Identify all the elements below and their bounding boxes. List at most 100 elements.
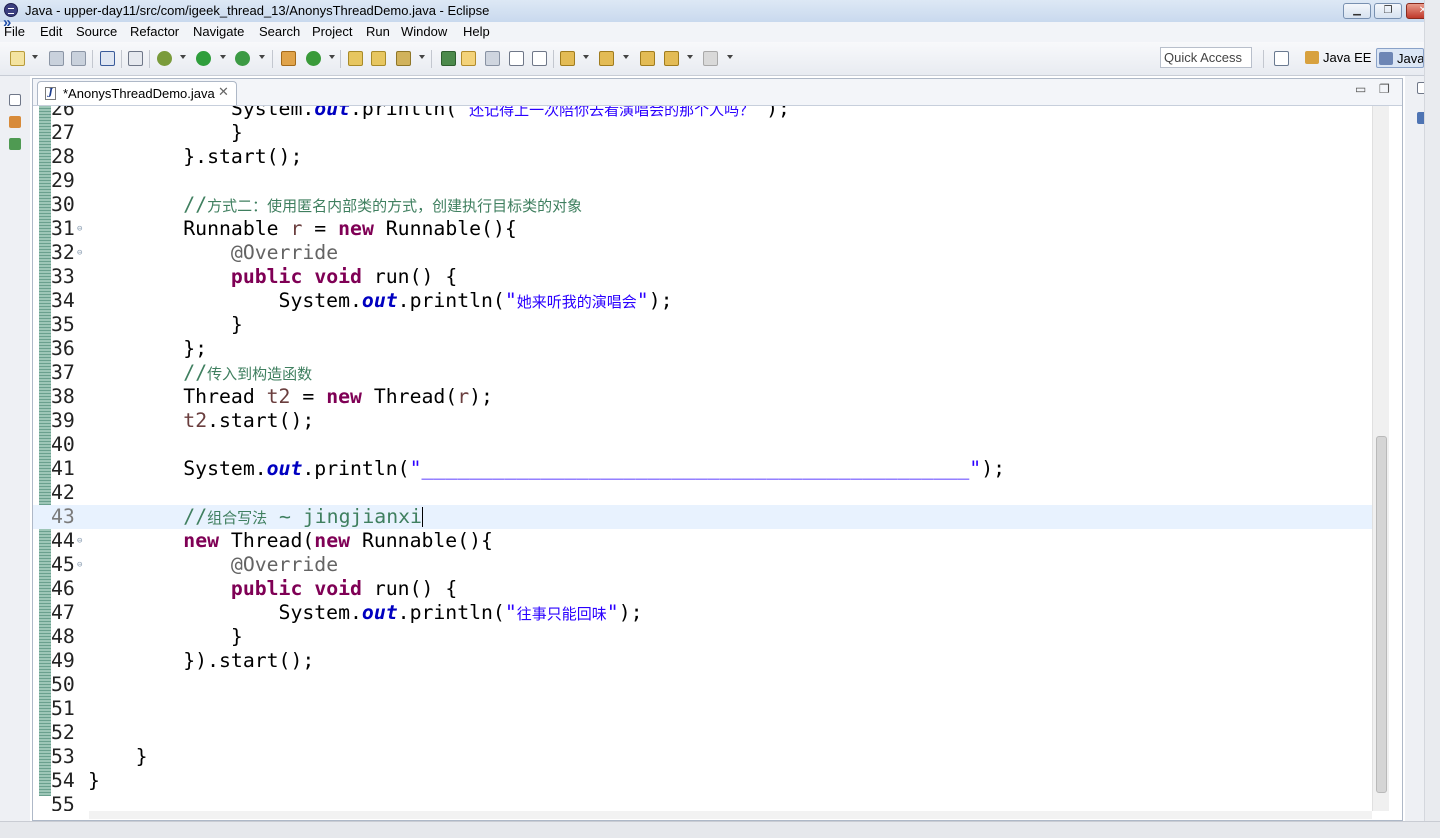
code-line[interactable]: 39 t2.start();: [33, 409, 1372, 433]
code-line[interactable]: 26 System.out.println("还记得上一次陪你去看演唱会的那个人…: [33, 106, 1372, 121]
open-task-icon[interactable]: [371, 51, 386, 66]
new-class-icon[interactable]: [306, 51, 321, 66]
menu-bar: » File Edit Source Refactor Navigate Sea…: [0, 14, 1440, 42]
menu-run[interactable]: Run: [366, 24, 390, 39]
code-line[interactable]: 43 //组合写法 ~ jingjianxi: [33, 505, 1372, 529]
next-annotation-icon[interactable]: [560, 51, 575, 66]
search-dropdown-icon[interactable]: [419, 55, 425, 59]
restore-view-icon[interactable]: [9, 94, 21, 106]
code-line[interactable]: 28 }.start();: [33, 145, 1372, 169]
code-line[interactable]: 35 }: [33, 313, 1372, 337]
forward-dropdown-icon[interactable]: [727, 55, 733, 59]
minimize-view-icon[interactable]: ▭: [1355, 82, 1366, 96]
code-viewport[interactable]: 26 System.out.println("还记得上一次陪你去看演唱会的那个人…: [33, 106, 1372, 811]
previous-annotation-dropdown-icon[interactable]: [623, 55, 629, 59]
skip-breakpoints-icon[interactable]: [128, 51, 143, 66]
editor-horizontal-scrollbar[interactable]: [89, 811, 1372, 819]
save-icon[interactable]: [49, 51, 64, 66]
menu-project[interactable]: Project: [312, 24, 352, 39]
menu-file[interactable]: File: [4, 24, 25, 39]
code-line[interactable]: 42: [33, 481, 1372, 505]
debug-dropdown-icon[interactable]: [180, 55, 186, 59]
code-line[interactable]: 29: [33, 169, 1372, 193]
maximize-view-icon[interactable]: ❐: [1379, 82, 1390, 96]
perspective-java-button[interactable]: Java: [1376, 48, 1424, 68]
new-class-dropdown-icon[interactable]: [329, 55, 335, 59]
code-line[interactable]: 55: [33, 793, 1372, 811]
code-line[interactable]: 31 ⊖ Runnable r = new Runnable(){: [33, 217, 1372, 241]
forward-icon[interactable]: [703, 51, 718, 66]
new-icon[interactable]: [10, 51, 25, 66]
code-line[interactable]: 46 public void run() {: [33, 577, 1372, 601]
scrollbar-thumb[interactable]: [1376, 436, 1387, 793]
toggle-mark-occurrences-icon[interactable]: [441, 51, 456, 66]
code-line[interactable]: 27 }: [33, 121, 1372, 145]
code-line[interactable]: 54}: [33, 769, 1372, 793]
code-text: //传入到构造函数: [88, 361, 312, 386]
fold-collapse-icon[interactable]: ⊖: [77, 537, 82, 546]
code-text: System.out.println("还记得上一次陪你去看演唱会的那个人吗？"…: [88, 106, 790, 122]
last-edit-location-icon[interactable]: [640, 51, 655, 66]
code-line[interactable]: 34 System.out.println("她来听我的演唱会");: [33, 289, 1372, 313]
menu-help[interactable]: Help: [463, 24, 490, 39]
back-dropdown-icon[interactable]: [687, 55, 693, 59]
code-line[interactable]: 36 };: [33, 337, 1372, 361]
menu-window[interactable]: Window: [401, 24, 447, 39]
paragraph-icon[interactable]: [532, 51, 547, 66]
menu-source[interactable]: Source: [76, 24, 117, 39]
block-selection-icon[interactable]: [485, 51, 500, 66]
menu-edit[interactable]: Edit: [40, 24, 62, 39]
debug-icon[interactable]: [157, 51, 172, 66]
fold-collapse-icon[interactable]: ⊖: [77, 225, 82, 234]
type-hierarchy-icon[interactable]: [9, 138, 21, 150]
fold-collapse-icon[interactable]: ⊖: [77, 249, 82, 258]
menu-search[interactable]: Search: [259, 24, 300, 39]
next-annotation-dropdown-icon[interactable]: [583, 55, 589, 59]
new-dropdown-icon[interactable]: [32, 55, 38, 59]
minimize-button[interactable]: ▁: [1343, 3, 1371, 19]
menu-navigate[interactable]: Navigate: [193, 24, 244, 39]
code-line[interactable]: 48 }: [33, 625, 1372, 649]
code-line[interactable]: 30 //方式二：使用匿名内部类的方式，创建执行目标类的对象: [33, 193, 1372, 217]
console-icon[interactable]: [100, 51, 115, 66]
code-line[interactable]: 41 System.out.println("_________________…: [33, 457, 1372, 481]
code-line[interactable]: 49 }).start();: [33, 649, 1372, 673]
open-type-icon[interactable]: [348, 51, 363, 66]
code-line[interactable]: 32 ⊖ @Override: [33, 241, 1372, 265]
editor-tab[interactable]: J *AnonysThreadDemo.java ✕: [37, 81, 237, 105]
tab-close-icon[interactable]: ✕: [218, 84, 229, 100]
code-line[interactable]: 40: [33, 433, 1372, 457]
code-lines: 26 System.out.println("还记得上一次陪你去看演唱会的那个人…: [33, 106, 1372, 811]
code-line[interactable]: 33 public void run() {: [33, 265, 1372, 289]
back-icon[interactable]: [664, 51, 679, 66]
perspective-java-ee-button[interactable]: Java EE: [1303, 48, 1371, 68]
code-line[interactable]: 38 Thread t2 = new Thread(r);: [33, 385, 1372, 409]
search-icon[interactable]: [396, 51, 411, 66]
window-scrollbar[interactable]: [1424, 0, 1440, 821]
previous-annotation-icon[interactable]: [599, 51, 614, 66]
code-line[interactable]: 52: [33, 721, 1372, 745]
code-line[interactable]: 47 System.out.println("往事只能回味");: [33, 601, 1372, 625]
new-java-project-icon[interactable]: [281, 51, 296, 66]
show-whitespace-icon[interactable]: [509, 51, 524, 66]
menu-refactor[interactable]: Refactor: [130, 24, 179, 39]
code-line[interactable]: 51: [33, 697, 1372, 721]
code-line[interactable]: 45 ⊖ @Override: [33, 553, 1372, 577]
save-all-icon[interactable]: [71, 51, 86, 66]
quick-access-input[interactable]: Quick Access: [1160, 47, 1252, 68]
fold-collapse-icon[interactable]: ⊖: [77, 561, 82, 570]
toggle-edit-pencil-icon[interactable]: [461, 51, 476, 66]
external-tools-dropdown-icon[interactable]: [259, 55, 265, 59]
code-line[interactable]: 37 //传入到构造函数: [33, 361, 1372, 385]
code-line[interactable]: 53 }: [33, 745, 1372, 769]
external-tools-icon[interactable]: [235, 51, 250, 66]
package-explorer-icon[interactable]: [9, 116, 21, 128]
code-line[interactable]: 50: [33, 673, 1372, 697]
run-dropdown-icon[interactable]: [220, 55, 226, 59]
maximize-button[interactable]: ❐: [1374, 3, 1402, 19]
run-icon[interactable]: [196, 51, 211, 66]
open-perspective-icon[interactable]: [1274, 51, 1289, 66]
editor-vertical-scrollbar[interactable]: [1372, 106, 1389, 811]
code-line[interactable]: 44 ⊖ new Thread(new Runnable(){: [33, 529, 1372, 553]
